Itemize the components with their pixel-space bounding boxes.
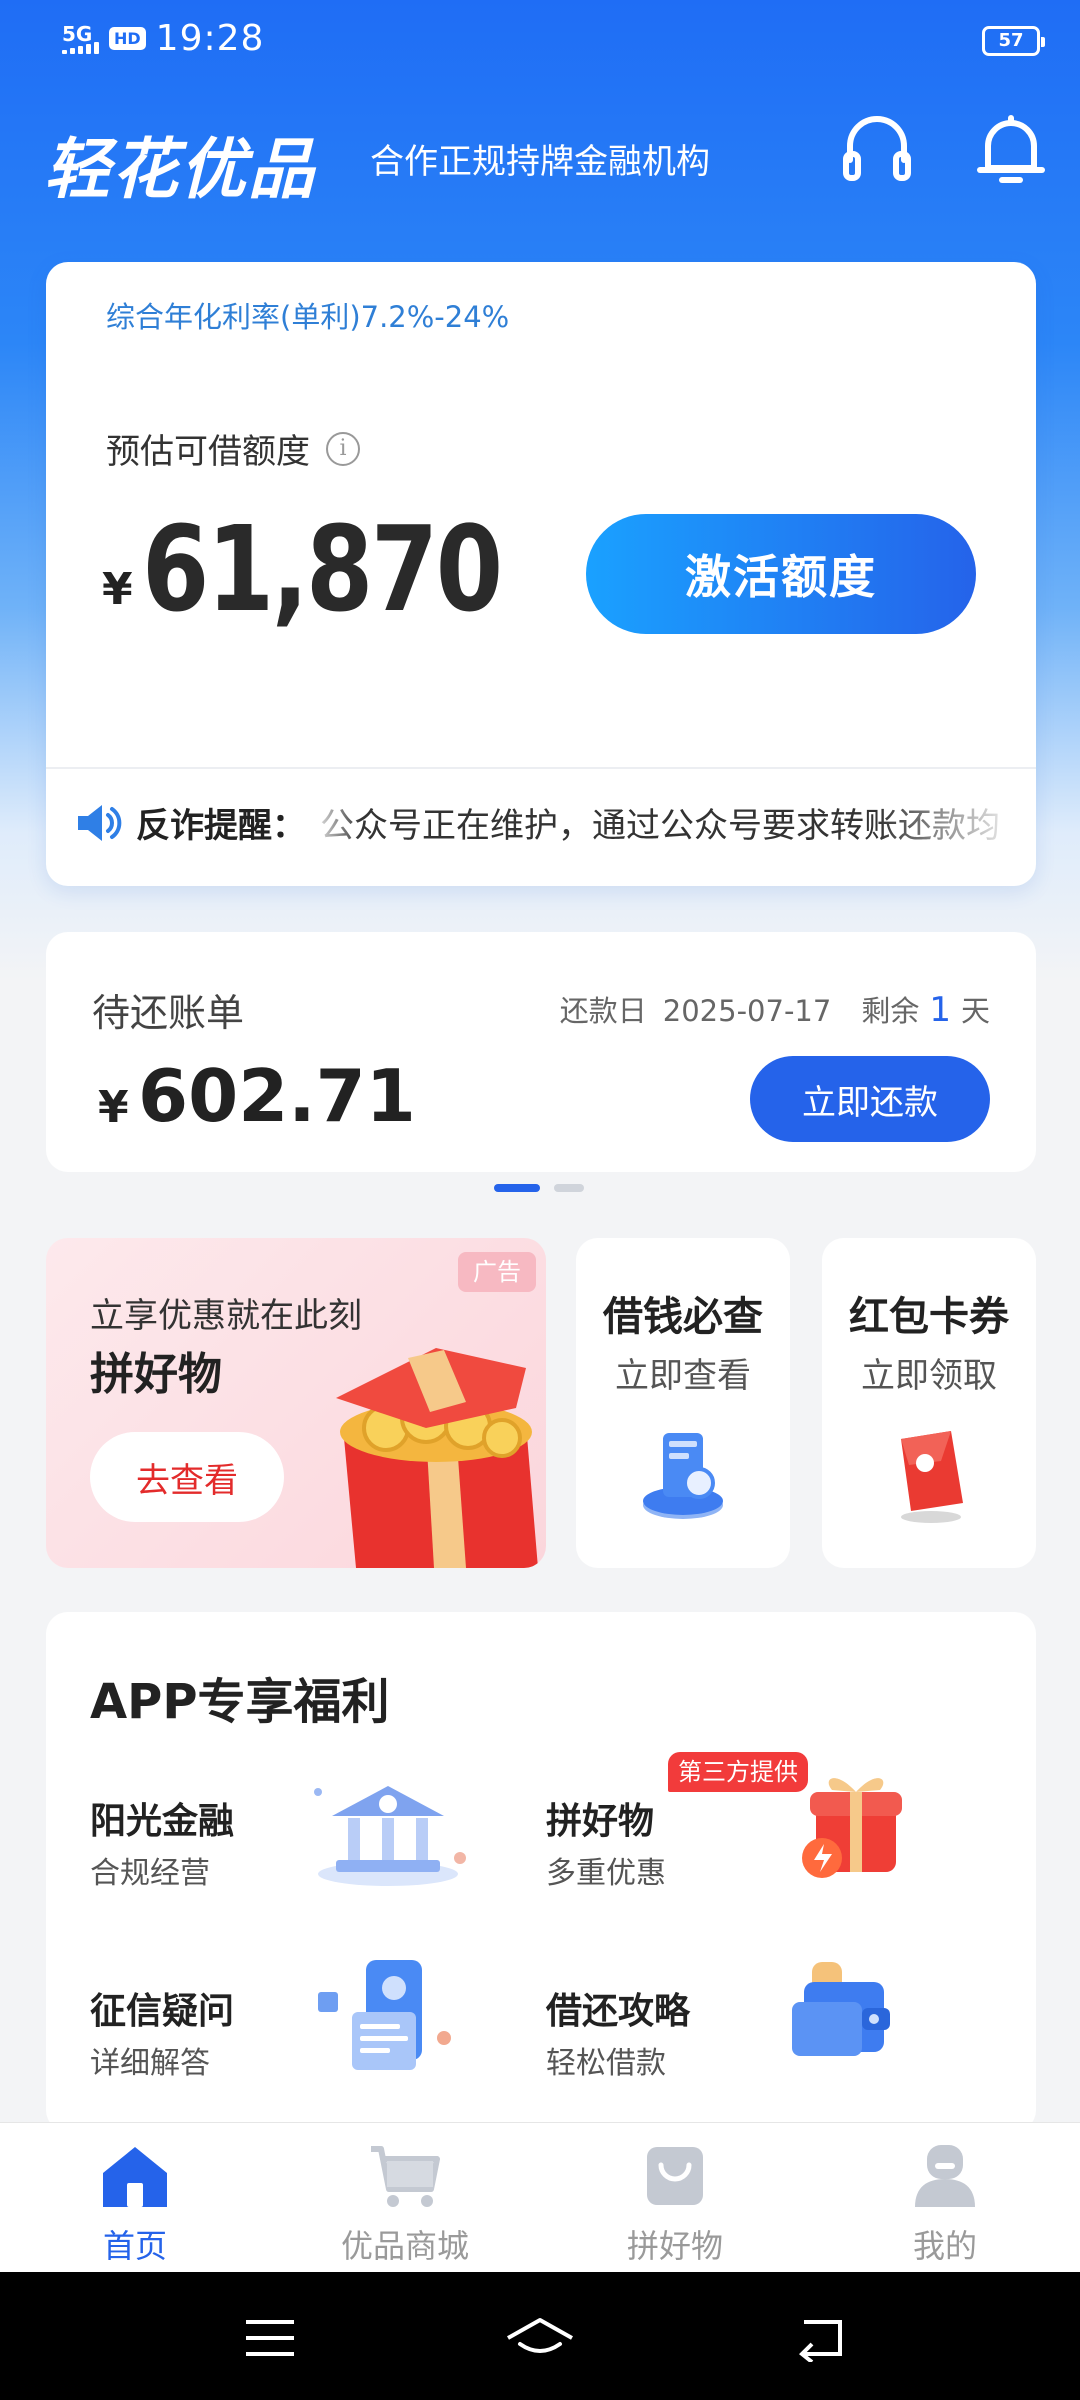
notice-text: 公众号正在维护，通过公众号要求转账还款均 <box>320 806 1000 846</box>
benefit-desc: 轻松借款 <box>546 2046 666 2081</box>
tab-label: 首页 <box>102 2227 167 2265</box>
document-check-icon <box>643 1433 723 1519</box>
headset-icon[interactable] <box>842 110 912 186</box>
promo-title: 拼好物 <box>90 1349 222 1400</box>
benefits-title: APP专享福利 <box>90 1674 390 1730</box>
benefit-name: 阳光金融 <box>90 1801 235 1842</box>
bill-title: 待还账单 <box>92 991 245 1035</box>
signal-icon <box>62 41 99 54</box>
carousel-dot[interactable] <box>554 1184 584 1192</box>
tab-home[interactable]: 首页 <box>0 2123 270 2272</box>
status-bar: 5G HD 19:28 57 <box>0 0 1080 80</box>
carousel-indicator <box>494 1184 584 1192</box>
app-benefits-section: APP专享福利 阳光金融 合规经营 拼好物 多重优惠 征信疑问 详细解答 借还攻… <box>46 1612 1036 2132</box>
benefit-name: 征信疑问 <box>90 1991 235 2032</box>
system-navigation-bar <box>0 2272 1080 2400</box>
wallet-icon <box>792 1962 890 2056</box>
menu-icon[interactable] <box>238 2314 302 2362</box>
network-indicator: 5G <box>62 24 99 54</box>
remaining-prefix: 剩余 <box>861 994 920 1028</box>
hd-badge: HD <box>109 27 146 50</box>
benefit-desc: 多重优惠 <box>546 1856 666 1891</box>
promo-view-button[interactable]: 去查看 <box>90 1432 284 1522</box>
app-logo: 轻花优品 <box>44 131 316 208</box>
tab-mine[interactable]: 我的 <box>810 2123 1080 2272</box>
tab-label: 我的 <box>912 2227 977 2265</box>
repay-now-button[interactable]: 立即还款 <box>750 1056 990 1142</box>
phone-document-icon <box>318 1960 451 2070</box>
header-slogan: 合作正规持牌金融机构 <box>370 142 710 182</box>
tab-mall[interactable]: 优品商城 <box>270 2123 540 2272</box>
red-envelope-icon <box>901 1431 963 1523</box>
home-nav-icon[interactable] <box>504 2314 576 2362</box>
pending-bill-card: 待还账单 还款日 2025-07-17 剩余 1 天 ¥ 602.71 立即还款 <box>46 932 1036 1172</box>
credit-limit-label: 预估可借额度 i <box>106 424 360 473</box>
remaining-days: 1 <box>929 990 951 1030</box>
bell-icon[interactable] <box>976 110 1046 186</box>
benefit-item-sunshine-finance[interactable]: 阳光金融 合规经营 <box>46 1762 506 1932</box>
loan-check-title: 借钱必查 <box>603 1294 763 1340</box>
credit-limit-amount: 61,870 <box>142 500 503 638</box>
due-date: 2025-07-17 <box>662 994 832 1028</box>
clock: 19:28 <box>155 18 265 59</box>
interest-rate-text: 综合年化利率(单利)7.2%-24% <box>106 300 510 334</box>
ad-badge: 广告 <box>458 1252 536 1292</box>
coupon-card[interactable]: 红包卡券 立即领取 <box>822 1238 1036 1568</box>
tab-label: 拼好物 <box>626 2227 723 2265</box>
info-icon[interactable]: i <box>326 431 360 466</box>
shopping-bag-icon <box>647 2147 703 2205</box>
currency-symbol: ¥ <box>102 564 133 615</box>
benefit-name: 借还攻略 <box>546 1991 691 2032</box>
benefit-name: 拼好物 <box>546 1801 655 1842</box>
speaker-icon <box>78 804 122 841</box>
user-icon <box>915 2145 975 2207</box>
coupon-title: 红包卡券 <box>849 1294 1009 1340</box>
benefit-item-credit-faq[interactable]: 征信疑问 详细解答 <box>46 1952 506 2122</box>
carousel-dot-active[interactable] <box>494 1184 540 1192</box>
credit-limit-card: 综合年化利率(单利)7.2%-24% 预估可借额度 i ¥ 61,870 激活额… <box>46 262 1036 886</box>
promo-banner-pinhaowu[interactable]: 广告 立享优惠就在此刻 拼好物 去查看 ¥ <box>46 1238 546 1568</box>
bottom-tab-bar: 首页 优品商城 拼好物 我的 <box>0 2122 1080 2272</box>
home-icon <box>103 2147 167 2207</box>
bank-building-icon <box>314 1786 466 1886</box>
bill-due-info: 还款日 2025-07-17 剩余 1 天 <box>560 988 990 1030</box>
bill-currency-symbol: ¥ <box>98 1082 129 1133</box>
benefit-item-loan-guide[interactable]: 借还攻略 轻松借款 <box>502 1952 962 2122</box>
credit-limit-label-text: 预估可借额度 <box>106 432 310 472</box>
coupon-subtitle: 立即领取 <box>861 1356 997 1396</box>
battery-icon: 57 <box>982 26 1045 56</box>
network-type: 5G <box>62 21 93 46</box>
cart-icon <box>371 2146 440 2207</box>
remaining-suffix: 天 <box>960 994 990 1028</box>
status-left: 5G HD 19:28 <box>62 18 264 59</box>
loan-check-subtitle: 立即查看 <box>615 1356 751 1396</box>
gift-box-coins-icon: ¥ <box>336 1348 538 1568</box>
back-icon[interactable] <box>790 2314 854 2362</box>
benefit-desc: 合规经营 <box>90 1856 210 1891</box>
loan-check-card[interactable]: 借钱必查 立即查看 <box>576 1238 790 1568</box>
benefit-desc: 详细解答 <box>90 2046 210 2081</box>
third-party-badge: 第三方提供 <box>668 1752 808 1792</box>
bill-amount: 602.71 <box>138 1054 416 1138</box>
activate-limit-button[interactable]: 激活额度 <box>586 514 976 634</box>
tab-pinhaowu[interactable]: 拼好物 <box>540 2123 810 2272</box>
tab-label: 优品商城 <box>340 2227 469 2265</box>
fraud-notice-bar[interactable]: 反诈提醒： 公众号正在维护，通过公众号要求转账还款均 <box>74 798 1024 847</box>
divider <box>46 767 1036 769</box>
notice-label: 反诈提醒： <box>136 806 306 846</box>
due-label: 还款日 <box>559 994 647 1028</box>
